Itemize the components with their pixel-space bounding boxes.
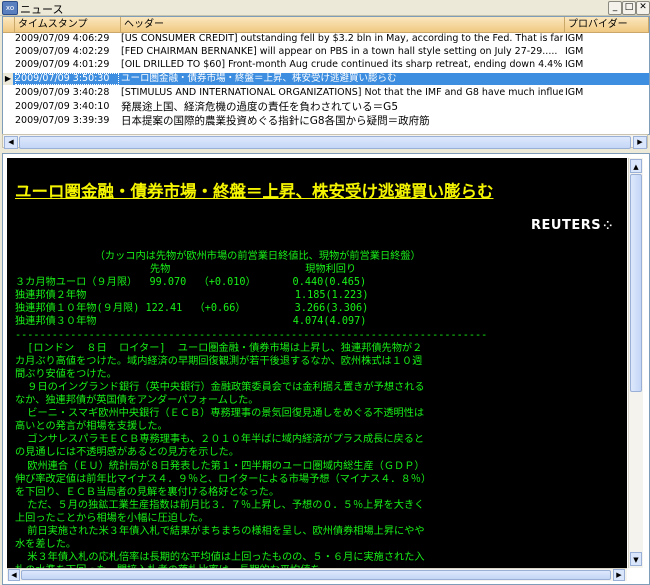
article-line: 先物 現物利回り: [15, 264, 357, 276]
table-row[interactable]: 2009/07/09 3:39:39 日本提案の国際的農業投資めぐる指針にG8各…: [3, 115, 649, 127]
table-row[interactable]: 2009/07/09 3:40:28 [STIMULUS AND INTERNA…: [3, 87, 649, 99]
row-headline: [OIL DRILLED TO $60] Front-month Aug cru…: [121, 59, 563, 70]
article-line: 高いとの発言が相場を支援した。: [15, 421, 168, 433]
row-provider: IGM: [565, 59, 584, 70]
table-row-selected[interactable]: ▶ 2009/07/09 3:50:30 ユーロ圏金融・債券市場・終盤＝上昇、株…: [3, 73, 649, 85]
column-header-headline[interactable]: ヘッダー: [121, 17, 565, 32]
header-indicator-cell: [3, 17, 15, 32]
article-line: 米３年債入札の応札倍率は長期的な平均値は上回ったものの、５・６月に実施された入: [15, 552, 425, 564]
article-line: 独連邦債３０年物 4.074(4.097): [15, 316, 367, 328]
scroll-up-icon[interactable]: ▲: [630, 159, 642, 173]
column-header-timestamp[interactable]: タイムスタンプ: [15, 17, 121, 32]
article-line: 独連邦債１０年物(９月限) 122.41 （+0.66） 3.266(3.306…: [15, 303, 369, 315]
scroll-down-icon[interactable]: ▼: [630, 552, 642, 566]
scroll-thumb[interactable]: [21, 570, 611, 580]
row-timestamp: 2009/07/09 4:02:29: [15, 46, 110, 57]
article-line: 欧州連合（ＥＵ）統計局が８日発表した第１・四半期のユーロ圏域内総生産（ＧＤＰ）: [15, 460, 425, 472]
article-line: ただ、５月の独鉱工業生産指数は前月比３．７％上昇し、予想の０．５％上昇を大きく: [15, 499, 425, 511]
scroll-thumb[interactable]: [630, 174, 642, 392]
window-titlebar: xo ニュース _ □ ✕: [0, 0, 650, 16]
close-button[interactable]: ✕: [636, 1, 650, 15]
column-header-provider[interactable]: プロバイダー: [565, 17, 649, 32]
row-headline: ユーロ圏金融・債券市場・終盤＝上昇、株安受け逃避買い膨らむ: [121, 73, 397, 84]
article-headline: ユーロ圏金融・債券市場・終盤＝上昇、株安受け逃避買い膨らむ: [15, 182, 494, 201]
row-timestamp: 2009/07/09 3:50:30: [15, 73, 119, 85]
article-line: を下回り、ＥＣＢ当局者の見解を裏付ける格好となった。: [15, 486, 280, 498]
grid-horizontal-scrollbar[interactable]: ◀ ▶: [2, 134, 648, 149]
article-line: 前日実施された米３年債入札で結果がまちまちの様相を呈し、欧州債券相場上昇にやや: [15, 525, 425, 537]
table-row[interactable]: 2009/07/09 4:01:29 [OIL DRILLED TO $60] …: [3, 59, 649, 71]
article-line: 間ぶり安値をつけた。: [15, 368, 117, 380]
reuters-dots-icon: ⁘: [603, 219, 613, 232]
row-provider: IGM: [565, 46, 584, 57]
article-line: ９日のイングランド銀行（英中央銀行）金融政策委員会では金利据え置きが予想される: [15, 381, 425, 393]
app-icon: xo: [2, 1, 18, 15]
article-line: ビーニ・スマギ欧州中央銀行（ＥＣＢ）専務理事の景気回復見通しをめぐる不透明性は: [15, 408, 425, 420]
scroll-left-icon[interactable]: ◀: [8, 569, 20, 581]
row-timestamp: 2009/07/09 3:39:39: [15, 115, 110, 126]
row-provider: IGM: [565, 87, 584, 98]
table-row[interactable]: 2009/07/09 3:40:10 発展途上国、経済危機の過度の責任を負わされ…: [3, 101, 649, 113]
window-title: ニュース: [20, 3, 64, 16]
article-vertical-scrollbar[interactable]: ▲ ▼: [628, 158, 643, 568]
article-line: なか、独連邦債が英国債をアンダーパフォームした。: [15, 395, 259, 407]
article-line: 水を差した。: [15, 539, 77, 551]
article-horizontal-scrollbar[interactable]: ◀ ▶: [7, 568, 627, 581]
table-row[interactable]: 2009/07/09 4:02:29 [FED CHAIRMAN BERNANK…: [3, 46, 649, 58]
row-headline: [US CONSUMER CREDIT] outstanding fell by…: [121, 33, 563, 44]
row-timestamp: 2009/07/09 3:40:28: [15, 87, 110, 98]
grid-header: タイムスタンプ ヘッダー プロバイダー: [3, 17, 649, 33]
reuters-logo-text: REUTERS: [531, 218, 602, 233]
row-timestamp: 2009/07/09 4:06:29: [15, 33, 110, 44]
row-headline: [FED CHAIRMAN BERNANKE] will appear on P…: [121, 46, 558, 57]
scroll-right-icon[interactable]: ▶: [633, 136, 647, 149]
article-line: ゴンサレスパラモＥＣＢ専務理事も、２０１０年半ばに域内経済がプラス成長に戻ると: [15, 434, 425, 446]
article-line: 伸び率改定値は前年比マイナス４．９％と、ロイターによる市場予想（マイナス４．８％…: [15, 473, 432, 485]
article-line: （カッコ内は先物が欧州市場の前営業日終値比、現物が前営業日終盤）: [15, 251, 421, 262]
row-headline: 日本提案の国際的農業投資めぐる指針にG8各国から疑問＝政府筋: [121, 115, 430, 127]
scroll-right-icon[interactable]: ▶: [613, 569, 625, 581]
article-body: （カッコ内は先物が欧州市場の前営業日終値比、現物が前営業日終盤） 先物 現物利回…: [15, 250, 621, 568]
article-pane: ユーロ圏金融・債券市場・終盤＝上昇、株安受け逃避買い膨らむ REUTERS ⁘ （…: [2, 153, 650, 585]
scroll-left-icon[interactable]: ◀: [4, 136, 18, 149]
table-row[interactable]: 2009/07/09 4:06:29 [US CONSUMER CREDIT] …: [3, 33, 649, 45]
article-line: ----------------------------------------…: [15, 329, 488, 341]
maximize-button[interactable]: □: [622, 1, 636, 15]
news-grid: タイムスタンプ ヘッダー プロバイダー 2009/07/09 4:06:29 […: [2, 16, 650, 135]
row-timestamp: 2009/07/09 4:01:29: [15, 59, 110, 70]
row-headline: 発展途上国、経済危機の過度の責任を負わされている＝G5: [121, 101, 399, 113]
selected-row-arrow-icon: ▶: [3, 73, 13, 85]
article-line: の見通しには不透明感があるとの見方を示した。: [15, 447, 240, 459]
row-timestamp: 2009/07/09 3:40:10: [15, 101, 110, 112]
article-line: 上回ったことから相場を小幅に圧迫した。: [15, 512, 209, 524]
scroll-thumb[interactable]: [19, 136, 631, 149]
article-line: [ロンドン ８日 ロイター] ユーロ圏金融・債券市場は上昇し、独連邦債先物が２: [15, 342, 423, 354]
article-line: ３カ月物ユーロ（９月限） 99.070 （+0.010） 0.440(0.465…: [15, 277, 367, 289]
minimize-button[interactable]: _: [608, 1, 622, 15]
row-provider: IGM: [565, 33, 584, 44]
reuters-logo: REUTERS ⁘: [531, 218, 613, 233]
article-line: カ月ぶり高値をつけた。域内経済の早期回復観測が若干後退するなか、欧州株式は１０週: [15, 355, 423, 367]
row-headline: [STIMULUS AND INTERNATIONAL ORGANIZATION…: [121, 87, 563, 98]
article-line: 独連邦債２年物 1.185(1.223): [15, 290, 369, 302]
article-content: ユーロ圏金融・債券市場・終盤＝上昇、株安受け逃避買い膨らむ REUTERS ⁘ （…: [7, 158, 627, 568]
